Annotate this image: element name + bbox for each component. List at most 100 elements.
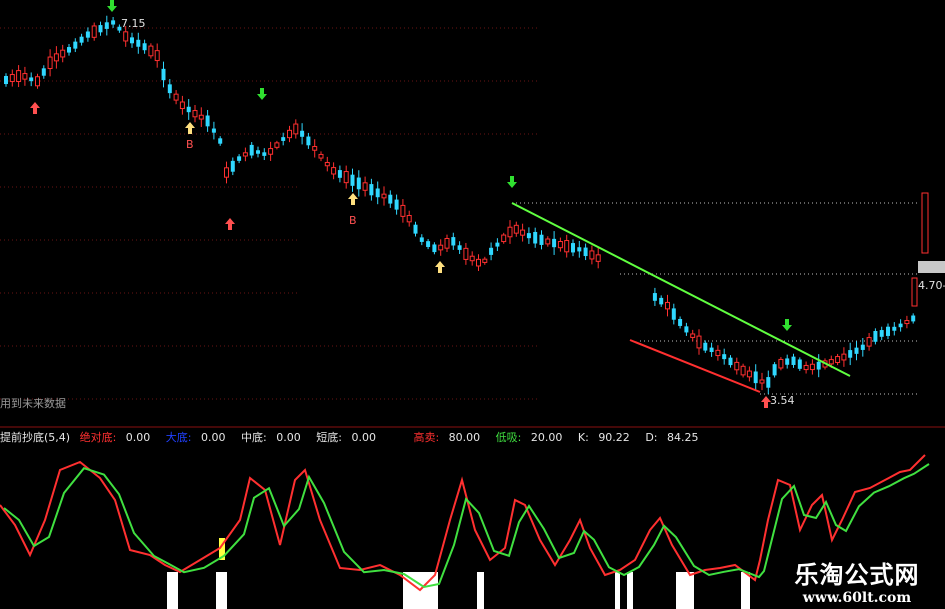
bottom-zone (167, 572, 178, 609)
candle (533, 231, 538, 244)
candle (35, 76, 40, 87)
candle (860, 344, 865, 350)
candle (211, 128, 216, 133)
right-price-label: 4.70-4 (918, 279, 945, 292)
candle (552, 238, 557, 248)
candle (753, 371, 758, 384)
candle (262, 152, 267, 156)
watermark: 乐淘公式网 www.60lt.com (777, 555, 937, 606)
candle (324, 161, 330, 167)
candle (4, 75, 8, 85)
candle (406, 215, 412, 223)
candle (495, 242, 500, 247)
candle (343, 171, 349, 184)
indicator-header: 提前抄底(5,4) 绝对底: 0.00 大底: 0.00 中底: 0.00 短底… (0, 430, 711, 446)
candle (772, 364, 777, 376)
low-price-label: 3.54 (770, 394, 795, 407)
candle (595, 254, 601, 262)
candle (489, 247, 494, 255)
candle (564, 240, 570, 253)
candle (91, 25, 97, 38)
candle (312, 146, 318, 151)
candle (356, 177, 361, 190)
candle (709, 347, 714, 353)
support-line (629, 339, 761, 393)
candles (4, 15, 929, 395)
sell-arrow-icon (507, 176, 517, 188)
candle (873, 330, 878, 342)
candle (98, 25, 103, 33)
sell-arrow-icon (782, 319, 792, 331)
field-low-buy: 低吸: 20.00 (495, 431, 563, 444)
candle (577, 247, 582, 252)
buy-arrow-icon (185, 122, 195, 134)
candle (828, 359, 834, 365)
field-high-sell: 高卖: 80.00 (413, 431, 481, 444)
candle (369, 184, 374, 196)
candle (198, 114, 204, 120)
candle (728, 357, 733, 366)
bottom-zone (615, 572, 620, 609)
candle (841, 353, 847, 361)
field-mid-bottom: 中底: 0.00 (241, 431, 301, 444)
candle (381, 193, 387, 199)
candle (671, 308, 676, 320)
buy-marker-label: B (186, 138, 194, 151)
candle (911, 315, 916, 322)
candle (571, 243, 575, 253)
field-absolute-bottom: 绝对底: 0.00 (79, 431, 151, 444)
candle (394, 199, 399, 210)
candle (337, 170, 342, 178)
candle (287, 129, 292, 139)
candle (904, 320, 910, 325)
indicator-name: 提前抄底(5,4) (0, 431, 71, 444)
candle (696, 335, 702, 349)
candle (866, 337, 872, 347)
candle (67, 47, 71, 53)
candle (746, 370, 752, 378)
candle (41, 68, 46, 76)
candle (154, 50, 160, 62)
candle (331, 167, 337, 175)
bottom-zone (477, 572, 484, 609)
candle (53, 53, 59, 62)
candle (60, 49, 66, 58)
candle (690, 333, 696, 338)
candle (173, 93, 179, 101)
candle (501, 234, 507, 243)
candle (766, 377, 771, 388)
candle (130, 37, 134, 44)
candle (911, 277, 918, 307)
candle (816, 361, 821, 370)
candle (444, 238, 450, 249)
watermark-title: 乐淘公式网 (794, 560, 920, 589)
candle (274, 142, 280, 148)
candle (123, 31, 129, 42)
candle (256, 150, 260, 154)
candle (79, 36, 84, 43)
high-price-label: 7.15 (121, 17, 146, 30)
candle (921, 192, 929, 254)
candle (785, 358, 790, 365)
candle (759, 379, 765, 384)
candle (350, 174, 355, 186)
bottom-zone (627, 572, 633, 609)
candle (205, 115, 210, 127)
candle (85, 31, 90, 38)
candle (892, 326, 897, 331)
candle (9, 74, 15, 83)
candle (520, 229, 526, 236)
candle (300, 130, 305, 137)
buy-arrow-icon (435, 261, 445, 273)
candle (539, 234, 544, 245)
candle (47, 56, 53, 70)
candle (734, 361, 740, 371)
candle (684, 326, 689, 333)
candle (167, 84, 172, 94)
price-grid (0, 27, 920, 400)
candle (854, 347, 859, 354)
sell-arrow-icon (107, 0, 117, 12)
candle (886, 326, 890, 336)
candle (451, 237, 456, 246)
candle (362, 182, 368, 191)
